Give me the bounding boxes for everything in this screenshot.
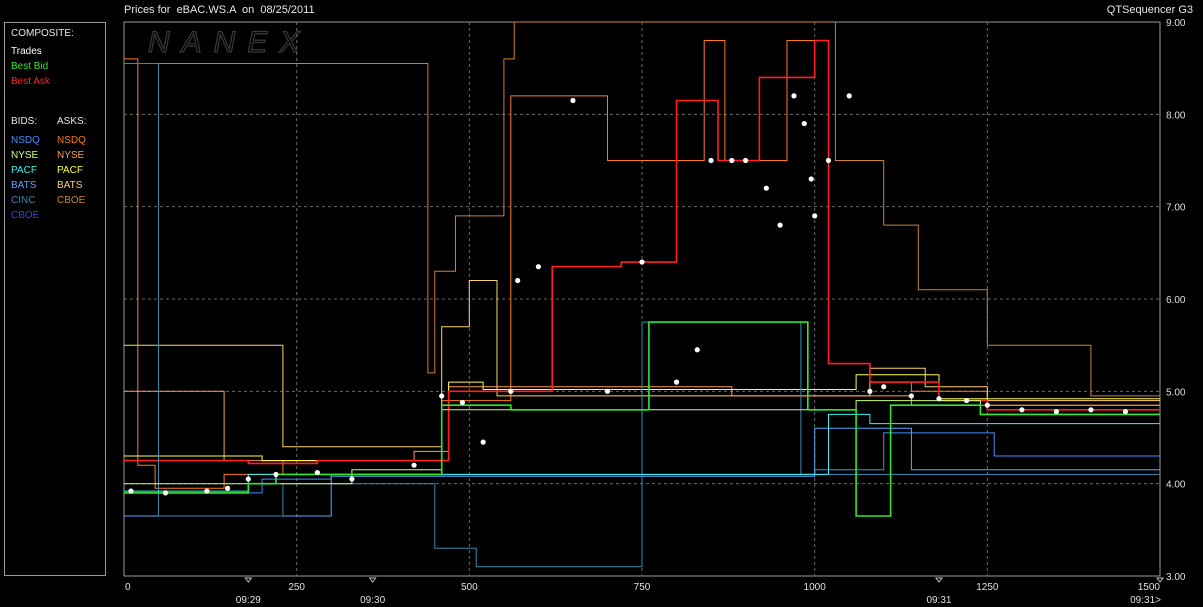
y-tick-label: 3.00 — [1166, 572, 1186, 583]
y-tick-label: 8.00 — [1166, 110, 1186, 121]
trade-point — [411, 462, 417, 468]
trade-point — [1053, 409, 1059, 415]
trade-point — [812, 213, 818, 219]
trade-point — [273, 471, 279, 478]
trade-point — [881, 384, 887, 390]
trade-point — [128, 488, 134, 494]
trade-point — [508, 388, 514, 394]
x-tick-label: 1000 — [804, 582, 827, 593]
trade-point — [225, 485, 231, 491]
trade-point — [846, 93, 852, 99]
time-tick-label: 09:31 — [926, 595, 951, 606]
trade-point — [535, 264, 542, 270]
x-tick-label: 250 — [288, 582, 305, 593]
trade-point — [162, 490, 169, 496]
x-tick-label: 0 — [125, 582, 131, 593]
trade-point — [694, 347, 700, 353]
x-tick-label: 750 — [634, 582, 651, 593]
trade-point — [1019, 407, 1025, 413]
trade-point — [1088, 407, 1094, 413]
trade-point — [777, 222, 783, 228]
trade-point — [808, 176, 814, 182]
trade-point — [439, 393, 445, 399]
trade-point — [245, 476, 251, 482]
y-tick-label: 6.00 — [1166, 295, 1186, 306]
time-marker — [368, 577, 377, 583]
chart-window: Prices for eBAC.WS.A on 08/25/2011 QTSeq… — [0, 0, 1203, 607]
price-chart: NANEX 3.00 4.00 5.00 6.00 7.00 8.00 9.00 0 250 500… — [123, 18, 1186, 606]
trade-point — [729, 157, 735, 164]
x-tick-label: 1500 — [1138, 582, 1161, 593]
time-tick-label: 09:30 — [360, 595, 385, 606]
trade-point — [604, 388, 611, 394]
time-tick-label: 09:29 — [236, 595, 261, 606]
trade-point — [743, 157, 749, 164]
trade-point — [480, 439, 486, 445]
trade-point — [908, 393, 914, 399]
trade-point — [515, 277, 521, 284]
trade-point — [673, 379, 680, 385]
trade-point — [570, 97, 576, 104]
time-tick-label: 09:31> — [1130, 595, 1161, 606]
y-tick-label: 5.00 — [1166, 387, 1186, 398]
trade-point — [984, 402, 990, 408]
trade-point — [825, 157, 832, 164]
trade-point — [763, 185, 769, 191]
trade-point — [204, 488, 210, 494]
trade-point — [708, 157, 714, 164]
trade-point — [1122, 409, 1129, 415]
time-marker — [934, 577, 943, 583]
trade-point — [459, 399, 466, 406]
x-tick-label: 500 — [461, 582, 478, 593]
y-tick-label: 7.00 — [1166, 203, 1186, 214]
y-tick-label: 9.00 — [1166, 18, 1186, 29]
trade-point — [964, 397, 970, 404]
trade-point — [314, 469, 320, 476]
trade-point — [801, 120, 807, 127]
trade-point — [639, 259, 645, 265]
watermark: NANEX — [148, 26, 311, 59]
trade-point — [867, 388, 873, 394]
trade-point — [791, 93, 797, 99]
trade-point — [349, 476, 355, 482]
y-tick-label: 4.00 — [1166, 480, 1186, 491]
time-marker — [244, 577, 253, 583]
x-tick-label: 1250 — [976, 582, 999, 593]
trade-point — [936, 396, 942, 402]
